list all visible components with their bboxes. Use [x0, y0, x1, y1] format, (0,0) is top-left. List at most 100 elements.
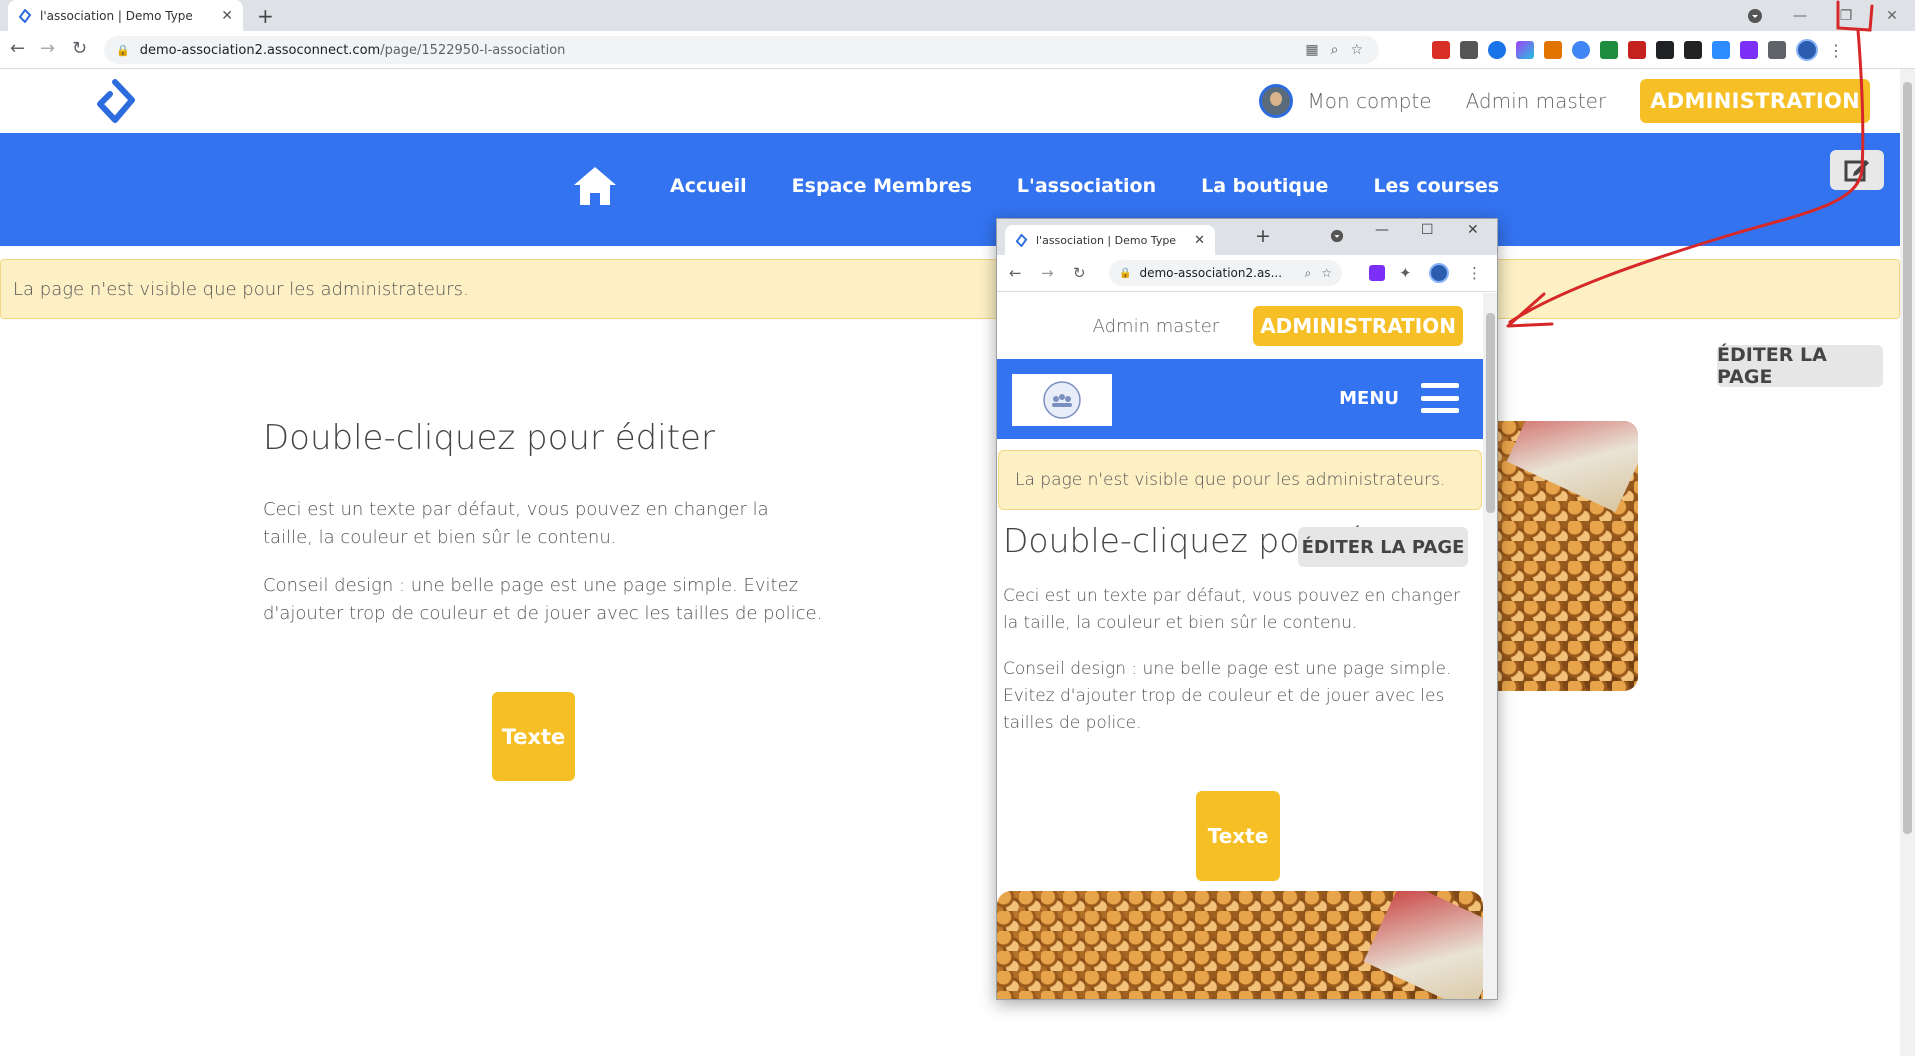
extension-icon-1[interactable]: [1432, 41, 1450, 59]
extension-icon-9[interactable]: [1656, 41, 1674, 59]
extensions-icon[interactable]: [1768, 41, 1786, 59]
popup-profile-dropdown-icon[interactable]: [1330, 229, 1344, 247]
back-icon[interactable]: ←: [10, 38, 25, 59]
popup-texte-button[interactable]: Texte: [1196, 791, 1280, 881]
popup-admin-only-alert: La page n'est visible que pour les admin…: [998, 450, 1482, 510]
content-paragraph-1[interactable]: Ceci est un texte par défaut, vous pouve…: [263, 496, 823, 552]
header-account-area: Mon compte Admin master ADMINISTRATION: [1259, 79, 1870, 123]
content-paragraph-2[interactable]: Conseil design : une belle page est une …: [263, 572, 823, 628]
popup-tab-title: l'association | Demo Type: [1036, 233, 1177, 247]
nav-item-courses[interactable]: Les courses: [1373, 175, 1499, 197]
content-title[interactable]: Double-cliquez pour éditer: [263, 418, 715, 458]
forward-icon[interactable]: →: [40, 38, 55, 59]
home-icon[interactable]: [572, 165, 618, 207]
texte-button[interactable]: Texte: [492, 692, 575, 781]
restore-button[interactable]: ❐: [1823, 0, 1869, 31]
reload-icon[interactable]: ↻: [72, 38, 87, 59]
popup-browser-tab[interactable]: l'association | Demo Type ✕: [1005, 225, 1215, 255]
address-bar[interactable]: 🔒 demo-association2.assoconnect.com/page…: [104, 36, 1379, 64]
association-logo-icon: [1043, 381, 1081, 419]
nav-item-espace-membres[interactable]: Espace Membres: [792, 175, 972, 197]
popup-edit-page-button[interactable]: ÉDITER LA PAGE: [1298, 527, 1468, 567]
popup-toolbar: ← → ↻ 🔒 demo-association2.as... ⌕ ☆ ✦ ⋮: [997, 255, 1497, 292]
popup-page-content: Admin master ADMINISTRATION MENU La page…: [997, 293, 1483, 999]
popup-back-icon[interactable]: ←: [1009, 264, 1022, 282]
popup-alert-text: La page n'est visible que pour les admin…: [1015, 470, 1446, 490]
popup-zoom-icon[interactable]: ⌕: [1305, 266, 1312, 281]
popup-honeycomb-image: [997, 891, 1483, 999]
popup-content-paragraph-2[interactable]: Conseil design : une belle page est une …: [1003, 656, 1473, 737]
popup-menu-toggle[interactable]: MENU: [1339, 383, 1459, 413]
profile-avatar[interactable]: [1796, 39, 1818, 61]
extension-icon-5[interactable]: [1544, 41, 1562, 59]
extension-icon-12[interactable]: [1740, 41, 1758, 59]
tab-title: l'association | Demo Type: [40, 8, 193, 23]
close-window-button[interactable]: ✕: [1869, 0, 1915, 31]
browser-menu-icon[interactable]: ⋮: [1828, 41, 1844, 60]
popup-header: Admin master ADMINISTRATION: [997, 293, 1483, 359]
user-avatar[interactable]: [1259, 84, 1294, 118]
extension-icon-3[interactable]: [1488, 41, 1506, 59]
browser-tab[interactable]: l'association | Demo Type ✕: [8, 0, 243, 31]
profile-dropdown-icon[interactable]: [1732, 0, 1778, 31]
extension-icon-11[interactable]: [1712, 41, 1730, 59]
popup-reload-icon[interactable]: ↻: [1073, 264, 1086, 282]
alert-text: La page n'est visible que pour les admin…: [13, 278, 469, 300]
edit-page-button[interactable]: ÉDITER LA PAGE: [1717, 344, 1883, 388]
popup-url: demo-association2.as...: [1139, 266, 1283, 280]
popup-maximize-button[interactable]: ☐: [1421, 222, 1434, 238]
popup-lock-icon: 🔒: [1119, 267, 1132, 279]
nav-item-association[interactable]: L'association: [1017, 175, 1156, 197]
qr-icon[interactable]: ▦: [1305, 42, 1318, 58]
assoconnect-logo[interactable]: [92, 78, 138, 124]
popup-tabstrip: l'association | Demo Type ✕ + — ☐ ✕: [997, 219, 1497, 255]
admin-master-link[interactable]: Admin master: [1466, 89, 1607, 113]
popup-tab-close-icon[interactable]: ✕: [1194, 233, 1205, 248]
new-tab-button[interactable]: +: [257, 4, 274, 28]
page-scrollbar-thumb[interactable]: [1903, 82, 1912, 834]
popup-favicon-icon: [1015, 233, 1028, 247]
popup-extension-icon[interactable]: [1369, 265, 1385, 281]
star-icon[interactable]: ☆: [1350, 42, 1363, 58]
popup-navigation-bar: MENU: [997, 359, 1483, 439]
popup-close-button[interactable]: ✕: [1467, 222, 1479, 238]
admin-only-alert: La page n'est visible que pour les admin…: [0, 259, 1900, 319]
popup-forward-icon[interactable]: →: [1041, 264, 1054, 282]
popup-menu-icon[interactable]: ⋮: [1467, 264, 1482, 282]
browser-tabstrip: l'association | Demo Type ✕ + — ❐ ✕: [0, 0, 1915, 31]
popup-scrollbar-thumb[interactable]: [1486, 313, 1495, 513]
url-domain: demo-association2.assoconnect.com: [139, 42, 381, 58]
extension-icon-8[interactable]: [1628, 41, 1646, 59]
minimize-button[interactable]: —: [1777, 0, 1823, 31]
zoom-icon[interactable]: ⌕: [1331, 42, 1339, 58]
popup-administration-button[interactable]: ADMINISTRATION: [1253, 306, 1463, 346]
site-favicon-icon: [18, 8, 32, 23]
extension-icon-4[interactable]: [1516, 41, 1534, 59]
url-path: /page/1522950-l-association: [380, 42, 566, 58]
edit-icon: [1844, 160, 1869, 182]
popup-admin-master-link[interactable]: Admin master: [1093, 316, 1220, 337]
extensions-bar: ⋮: [1432, 39, 1844, 61]
edit-menu-button[interactable]: [1830, 150, 1884, 190]
popup-association-logo[interactable]: [1012, 374, 1112, 426]
popup-new-tab-button[interactable]: +: [1255, 225, 1271, 247]
mobile-preview-window: l'association | Demo Type ✕ + — ☐ ✕ ← → …: [996, 218, 1498, 1000]
popup-minimize-button[interactable]: —: [1375, 222, 1389, 238]
extension-icon-10[interactable]: [1684, 41, 1702, 59]
extension-icon-2[interactable]: [1460, 41, 1478, 59]
honeycomb-image: [1480, 421, 1638, 691]
popup-profile-avatar[interactable]: [1429, 263, 1449, 283]
extension-icon-7[interactable]: [1600, 41, 1618, 59]
nav-item-accueil[interactable]: Accueil: [670, 175, 747, 197]
administration-button[interactable]: ADMINISTRATION: [1640, 79, 1870, 123]
popup-content-paragraph-1[interactable]: Ceci est un texte par défaut, vous pouve…: [1003, 583, 1473, 637]
popup-star-icon[interactable]: ☆: [1321, 266, 1332, 280]
lock-icon: 🔒: [116, 43, 130, 57]
my-account-link[interactable]: Mon compte: [1307, 89, 1431, 113]
popup-extensions-icon[interactable]: ✦: [1399, 264, 1412, 282]
nav-item-boutique[interactable]: La boutique: [1201, 175, 1328, 197]
popup-menu-label: MENU: [1339, 387, 1399, 409]
extension-icon-6[interactable]: [1572, 41, 1590, 59]
tab-close-icon[interactable]: ✕: [221, 8, 233, 24]
popup-address-bar[interactable]: 🔒 demo-association2.as... ⌕ ☆: [1109, 260, 1342, 286]
